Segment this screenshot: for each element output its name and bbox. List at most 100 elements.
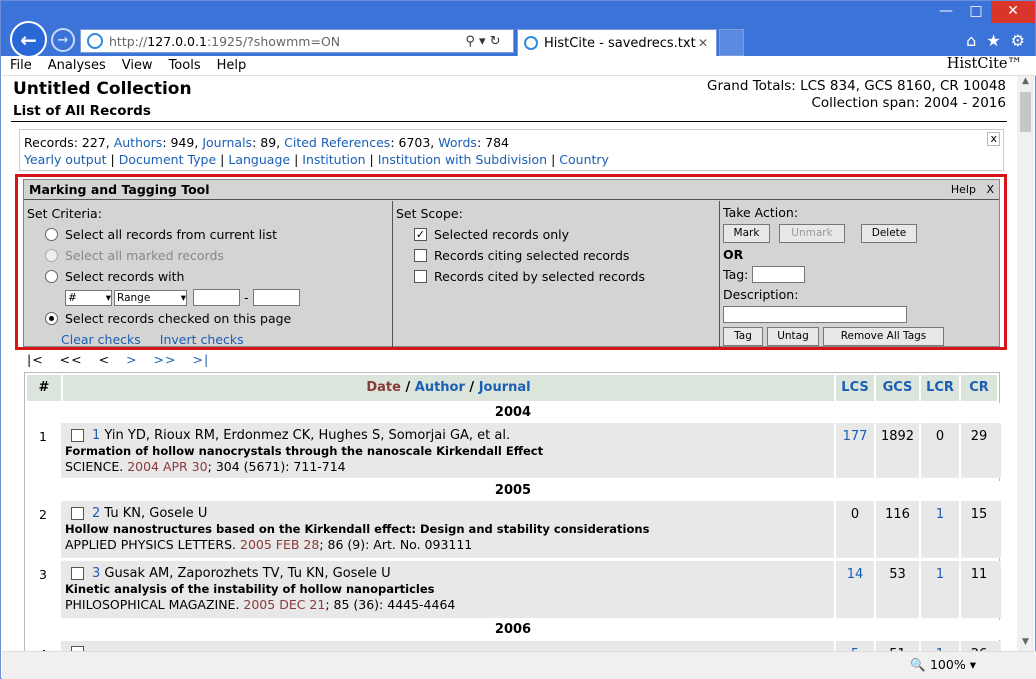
search-icon[interactable]: ⚲ bbox=[465, 34, 475, 49]
criteria-option-checked[interactable]: Select records checked on this page bbox=[27, 308, 389, 329]
institution-link[interactable]: Institution bbox=[302, 152, 365, 167]
set-criteria-section: Set Criteria: Select all records from cu… bbox=[24, 201, 393, 347]
menu-analyses[interactable]: Analyses bbox=[40, 58, 114, 73]
back-button[interactable]: ← bbox=[10, 21, 47, 58]
marking-tool-close-button[interactable]: X bbox=[986, 183, 994, 196]
new-tab-button[interactable] bbox=[719, 29, 744, 56]
favorites-star-icon[interactable]: ★ bbox=[986, 31, 1000, 50]
checkbox-checked[interactable]: ✓ bbox=[414, 228, 427, 241]
radio-button[interactable] bbox=[45, 228, 58, 241]
record-checkbox[interactable] bbox=[71, 429, 84, 442]
tag-button[interactable]: Tag bbox=[723, 326, 763, 346]
radio-button-selected[interactable] bbox=[45, 312, 58, 325]
checkbox[interactable] bbox=[414, 249, 427, 262]
record-lcr[interactable]: 1 bbox=[921, 567, 959, 582]
prev-page-link[interactable]: < bbox=[99, 352, 110, 367]
scroll-down-icon[interactable]: ▼ bbox=[1017, 637, 1034, 651]
radio-button[interactable] bbox=[45, 270, 58, 283]
scrollbar-thumb[interactable] bbox=[1020, 92, 1031, 132]
sort-journal-link[interactable]: Journal bbox=[479, 380, 531, 395]
mark-button[interactable]: Mark bbox=[723, 224, 770, 243]
minimize-button[interactable]: — bbox=[931, 1, 961, 23]
record-index-link[interactable]: 3 bbox=[92, 566, 100, 581]
tag-input[interactable] bbox=[752, 266, 806, 283]
checkbox[interactable] bbox=[414, 270, 427, 283]
tab-close-icon[interactable]: ✕ bbox=[698, 36, 716, 50]
criteria-option-with[interactable]: Select records with bbox=[27, 266, 389, 287]
scope-citing[interactable]: Records citing selected records bbox=[396, 245, 716, 266]
prev-block-link[interactable]: << bbox=[60, 352, 83, 367]
chevron-down-icon: ▾ bbox=[180, 291, 186, 304]
journals-link[interactable]: Journals bbox=[202, 135, 252, 150]
country-link[interactable]: Country bbox=[559, 152, 609, 167]
vertical-scrollbar[interactable]: ▲ ▼ bbox=[1017, 76, 1034, 651]
sort-author-link[interactable]: Author bbox=[415, 380, 465, 395]
delete-button[interactable]: Delete bbox=[861, 224, 917, 243]
next-page-link[interactable]: > bbox=[126, 352, 137, 367]
words-link[interactable]: Words bbox=[438, 135, 477, 150]
record-gcs: 116 bbox=[885, 507, 910, 522]
zoom-control[interactable]: 🔍 100% ▾ bbox=[910, 657, 976, 673]
document-type-link[interactable]: Document Type bbox=[119, 152, 216, 167]
menu-file[interactable]: File bbox=[2, 58, 40, 73]
sort-date-link[interactable]: Date bbox=[366, 380, 401, 395]
header-divider bbox=[11, 121, 1007, 122]
record-lcr[interactable]: 1 bbox=[921, 507, 959, 522]
authors-link[interactable]: Authors bbox=[114, 135, 163, 150]
maximize-button[interactable]: □ bbox=[961, 1, 991, 23]
sort-lcr-link[interactable]: LCR bbox=[926, 380, 954, 395]
help-link[interactable]: Help bbox=[951, 183, 976, 196]
address-bar[interactable]: http://127.0.0.1:1925/?showmm=ON ⚲ ▾ ↻ bbox=[80, 29, 514, 53]
description-input[interactable] bbox=[723, 306, 907, 323]
yearly-output-link[interactable]: Yearly output bbox=[24, 152, 107, 167]
criteria-option-all[interactable]: Select all records from current list bbox=[27, 224, 389, 245]
collection-span: Collection span: 2004 - 2016 bbox=[811, 95, 1006, 111]
record-date: 2005 DEC 21 bbox=[243, 597, 326, 612]
record-lcs: 0 bbox=[850, 507, 860, 522]
record-index-link[interactable]: 2 bbox=[92, 506, 100, 521]
first-page-link[interactable]: |< bbox=[27, 352, 44, 367]
col-header-lcs: LCS bbox=[836, 375, 874, 401]
mode-select[interactable]: Range ▾ bbox=[114, 289, 187, 306]
menu-help[interactable]: Help bbox=[209, 58, 255, 73]
close-window-button[interactable]: ✕ bbox=[991, 1, 1035, 23]
menu-tools[interactable]: Tools bbox=[161, 58, 209, 73]
scroll-up-icon[interactable]: ▲ bbox=[1017, 76, 1034, 90]
record-title: Kinetic analysis of the instability of h… bbox=[65, 582, 435, 596]
record-lcs[interactable]: 177 bbox=[836, 429, 874, 444]
address-tools[interactable]: ⚲ ▾ ↻ bbox=[453, 34, 513, 49]
untag-button[interactable]: Untag bbox=[767, 326, 819, 346]
record-checkbox[interactable] bbox=[71, 507, 84, 520]
dropdown-icon[interactable]: ▾ bbox=[479, 34, 486, 49]
range-to-input[interactable] bbox=[252, 289, 300, 306]
record-checkbox[interactable] bbox=[71, 567, 84, 580]
cited-references-link[interactable]: Cited References bbox=[284, 135, 390, 150]
row-number: 4 bbox=[25, 641, 61, 651]
next-block-link[interactable]: >> bbox=[154, 352, 177, 367]
last-page-link[interactable]: >| bbox=[192, 352, 209, 367]
sort-gcs-link[interactable]: GCS bbox=[883, 380, 913, 395]
record-lcs[interactable]: 14 bbox=[836, 567, 874, 582]
field-select[interactable]: # ▾ bbox=[65, 289, 112, 306]
language-link[interactable]: Language bbox=[228, 152, 290, 167]
scope-selected-only[interactable]: ✓ Selected records only bbox=[396, 224, 716, 245]
remove-all-tags-button[interactable]: Remove All Tags bbox=[823, 326, 944, 346]
record-index-link[interactable]: 1 bbox=[92, 428, 100, 443]
zoom-level: 100% bbox=[929, 657, 966, 672]
range-from-input[interactable] bbox=[193, 289, 240, 306]
sort-lcs-link[interactable]: LCS bbox=[841, 380, 868, 395]
browser-tab[interactable]: HistCite - savedrecs.txt ✕ bbox=[517, 29, 717, 56]
forward-button[interactable]: → bbox=[51, 28, 75, 52]
summary-close-button[interactable]: x bbox=[987, 132, 1000, 146]
invert-checks-link[interactable]: Invert checks bbox=[160, 332, 244, 347]
menu-view[interactable]: View bbox=[114, 58, 161, 73]
summary-panel: Records: 227, Authors: 949, Journals: 89… bbox=[19, 129, 1004, 171]
address-url[interactable]: http://127.0.0.1:1925/?showmm=ON bbox=[109, 34, 453, 49]
sort-cr-link[interactable]: CR bbox=[969, 380, 989, 395]
refresh-icon[interactable]: ↻ bbox=[490, 34, 501, 49]
institution-subdivision-link[interactable]: Institution with Subdivision bbox=[378, 152, 547, 167]
settings-gear-icon[interactable]: ⚙ bbox=[1011, 31, 1025, 50]
clear-checks-link[interactable]: Clear checks bbox=[61, 332, 141, 347]
home-icon[interactable]: ⌂ bbox=[966, 31, 976, 50]
scope-cited-by[interactable]: Records cited by selected records bbox=[396, 266, 716, 287]
